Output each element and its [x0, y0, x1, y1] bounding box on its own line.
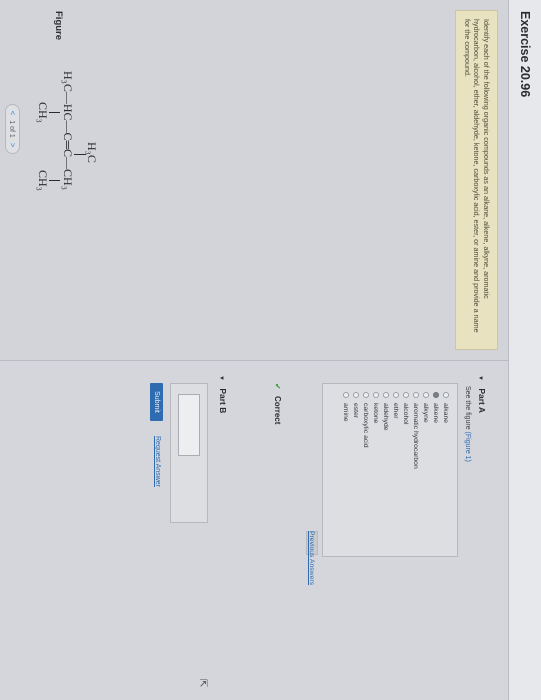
see-figure-text: See the figure (Figure 1): [464, 386, 471, 462]
instructions-box: Identify each of the following organic c…: [455, 10, 498, 350]
part-a-title: Part A: [477, 388, 487, 414]
option-ether[interactable]: ether: [390, 392, 399, 419]
page: Exercise 20.96 Identify each of the foll…: [0, 0, 541, 700]
bottom-left-substituent: CH₃: [36, 102, 50, 123]
option-alkene[interactable]: alkene: [430, 392, 439, 423]
check-icon: ✔: [273, 383, 282, 390]
right-panel: ▼ Part A See the figure (Figure 1) alkan…: [0, 361, 508, 700]
submit-button[interactable]: Submit: [150, 383, 163, 421]
option-amine[interactable]: amine: [340, 392, 349, 422]
option-alkane[interactable]: alkane: [440, 392, 449, 423]
caret-down-icon: ▼: [477, 375, 483, 381]
part-b-header[interactable]: ▼ Part B: [218, 375, 228, 413]
prev-figure-button[interactable]: <: [8, 111, 17, 116]
exercise-header: Exercise 20.96: [508, 0, 541, 700]
radio-icon[interactable]: [383, 392, 389, 398]
radio-icon[interactable]: [413, 392, 419, 398]
option-carboxylic-acid[interactable]: carboxylic acid: [360, 392, 369, 448]
bond-bottom-right: [49, 180, 60, 181]
radio-icon[interactable]: [393, 392, 399, 398]
figure-pager: < 1 of 1 >: [5, 104, 20, 154]
mouse-pointer-icon: ⇱: [197, 679, 208, 688]
answer-options: alkane alkene alkyne aromatic hydrocarbo…: [322, 383, 458, 557]
see-figure-prefix: See the figure: [464, 386, 471, 430]
option-aldehyde[interactable]: aldehyde: [380, 392, 389, 431]
answer-input[interactable]: [178, 394, 200, 456]
bond-bottom-left: [49, 112, 60, 113]
option-alkyne[interactable]: alkyne: [420, 392, 429, 423]
correct-feedback: ✔ Correct: [273, 383, 282, 424]
caret-down-icon: ▼: [218, 375, 224, 381]
figure-link[interactable]: (Figure 1): [464, 432, 471, 462]
left-panel: Identify each of the following organic c…: [0, 0, 508, 361]
previous-answers-link[interactable]: Previous Answers: [308, 531, 315, 585]
main-chain: H₃C—HC—C═C—CH₃: [61, 71, 75, 190]
option-alcohol[interactable]: alcohol: [400, 392, 409, 425]
part-a-header[interactable]: ▼ Part A: [477, 375, 487, 413]
radio-icon[interactable]: [403, 392, 409, 398]
radio-icon[interactable]: [373, 392, 379, 398]
radio-icon[interactable]: [423, 392, 429, 398]
bond-top: [74, 154, 86, 155]
part-b-answer-box: [170, 383, 208, 523]
radio-icon[interactable]: [363, 392, 369, 398]
molecule-structure: H₃C—HC—C═C—CH₃ H₃C CH₃ CH₃: [15, 71, 101, 241]
request-answer-link[interactable]: Request Answer: [154, 436, 161, 487]
radio-selected-icon[interactable]: [433, 392, 439, 398]
top-substituent: H₃C: [85, 142, 99, 163]
pager-text: 1 of 1: [8, 120, 15, 138]
radio-icon[interactable]: [443, 392, 449, 398]
radio-icon[interactable]: [343, 392, 349, 398]
bottom-right-substituent: CH₃: [36, 170, 50, 191]
exercise-title: Exercise 20.96: [518, 11, 532, 98]
option-aromatic-hydrocarbon[interactable]: aromatic hydrocarbon: [410, 392, 419, 469]
next-figure-button[interactable]: >: [8, 143, 17, 148]
figure-label: Figure: [53, 11, 64, 41]
correct-text: Correct: [273, 395, 282, 425]
radio-icon[interactable]: [353, 392, 359, 398]
part-b-title: Part B: [218, 388, 228, 414]
option-ketone[interactable]: ketone: [370, 392, 379, 423]
option-ester[interactable]: ester: [350, 392, 359, 418]
